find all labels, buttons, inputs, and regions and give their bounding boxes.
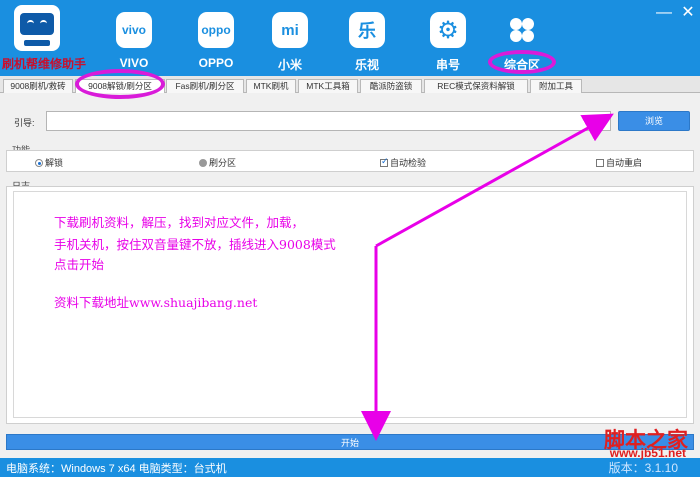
arrow-to-browse bbox=[375, 113, 614, 248]
annotation-arrows bbox=[361, 113, 614, 441]
